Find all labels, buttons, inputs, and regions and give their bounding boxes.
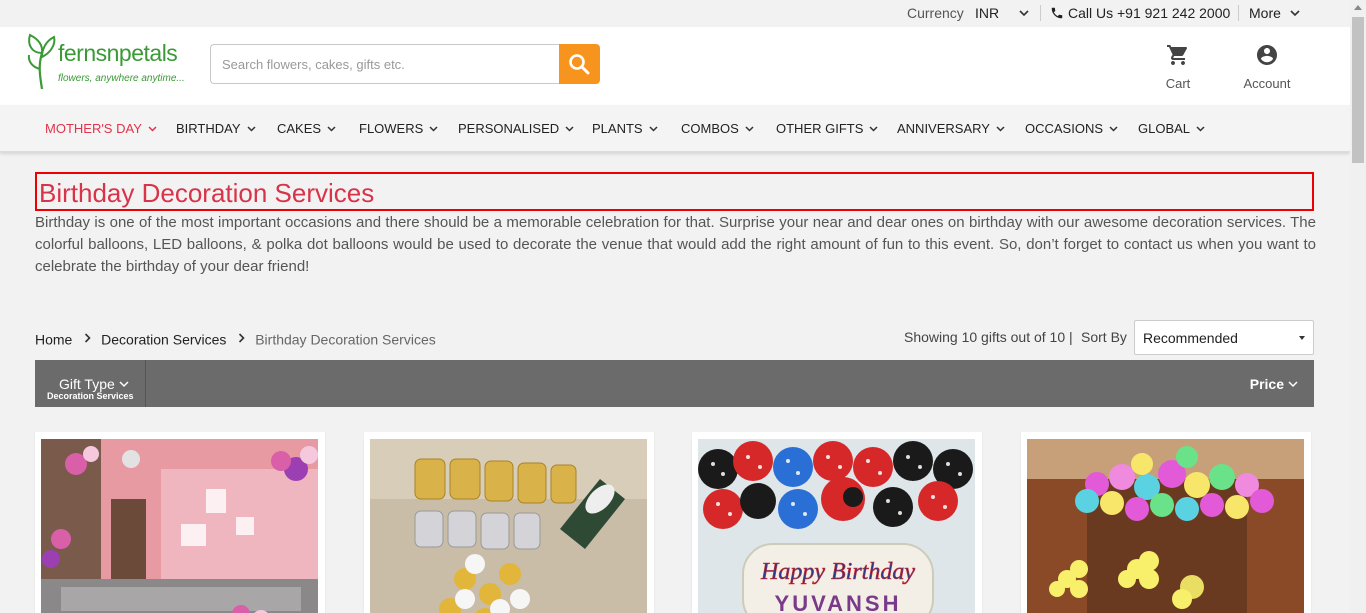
currency-label: Currency bbox=[907, 5, 964, 21]
brand-logo[interactable]: fernsnpetals flowers, anywhere anytime..… bbox=[24, 31, 192, 91]
chevron-down-icon bbox=[565, 126, 574, 132]
chevron-down-icon bbox=[1288, 381, 1298, 388]
main-nav: MOTHER'S DAY BIRTHDAY CAKES FLOWERS PERS… bbox=[0, 105, 1350, 152]
account-button[interactable]: Account bbox=[1236, 43, 1298, 93]
banner-text-name: YUVANSH bbox=[775, 591, 902, 613]
chevron-down-icon bbox=[148, 126, 157, 132]
nav-item-label: BIRTHDAY bbox=[176, 121, 241, 136]
nav-item-label: MOTHER'S DAY bbox=[45, 121, 142, 136]
sort-by-label: Sort By bbox=[1081, 329, 1127, 345]
chevron-down-icon bbox=[119, 381, 129, 388]
chevron-right-icon bbox=[85, 333, 91, 343]
chevron-down-icon bbox=[1196, 126, 1205, 132]
currency-select[interactable]: INR bbox=[975, 5, 1029, 23]
product-card[interactable] bbox=[35, 432, 325, 613]
chevron-down-icon bbox=[996, 126, 1005, 132]
product-card[interactable] bbox=[364, 432, 654, 613]
nav-item-flowers[interactable]: FLOWERS bbox=[359, 121, 438, 136]
page-scrollbar[interactable] bbox=[1350, 0, 1366, 613]
gift-type-filter[interactable]: Gift Type Decoration Services bbox=[35, 360, 146, 407]
nav-item-anniversary[interactable]: ANNIVERSARY bbox=[897, 121, 1005, 136]
price-label: Price bbox=[1249, 376, 1284, 392]
chevron-down-icon bbox=[327, 126, 336, 132]
chevron-down-icon bbox=[1290, 10, 1300, 17]
nav-item-label: PERSONALISED bbox=[458, 121, 560, 136]
product-image-led-balloons[interactable] bbox=[1027, 439, 1304, 613]
chevron-down-icon bbox=[247, 126, 256, 132]
breadcrumb-current: Birthday Decoration Services bbox=[255, 331, 436, 348]
gift-type-label: Gift Type bbox=[59, 376, 115, 392]
nav-item-personalised[interactable]: PERSONALISED bbox=[458, 121, 574, 136]
gift-type-value: Decoration Services bbox=[47, 391, 134, 401]
account-label: Account bbox=[1243, 76, 1291, 91]
product-image-polka-dot[interactable]: Happy Birthday YUVANSH bbox=[698, 439, 975, 613]
nav-item-label: ANNIVERSARY bbox=[897, 121, 990, 136]
nav-item-label: COMBOS bbox=[681, 121, 739, 136]
breadcrumb-category[interactable]: Decoration Services bbox=[101, 331, 226, 347]
sort-select[interactable]: Recommended bbox=[1134, 320, 1314, 355]
more-menu[interactable]: More bbox=[1249, 5, 1301, 21]
page: Currency INR Call Us +91 921 242 2000 Mo… bbox=[0, 0, 1350, 613]
price-filter[interactable]: Price bbox=[1250, 376, 1298, 392]
chevron-down-icon bbox=[429, 126, 438, 132]
nav-item-plants[interactable]: PLANTS bbox=[592, 121, 658, 136]
product-card[interactable]: Happy Birthday YUVANSH bbox=[692, 432, 982, 613]
nav-item-label: FLOWERS bbox=[359, 121, 424, 136]
nav-item-global[interactable]: GLOBAL bbox=[1138, 121, 1205, 136]
page-title-box: Birthday Decoration Services bbox=[35, 172, 1314, 211]
caret-down-icon bbox=[1299, 336, 1305, 340]
nav-item-other-gifts[interactable]: OTHER GIFTS bbox=[776, 121, 878, 136]
leaf-logo-icon bbox=[27, 33, 56, 90]
chevron-down-icon bbox=[745, 126, 754, 132]
more-label: More bbox=[1249, 5, 1281, 21]
nav-item-combos[interactable]: COMBOS bbox=[681, 121, 754, 136]
search-input[interactable] bbox=[210, 44, 559, 84]
scrollbar-thumb[interactable] bbox=[1352, 17, 1364, 163]
cart-label: Cart bbox=[1165, 76, 1191, 91]
cart-icon bbox=[1167, 45, 1187, 65]
product-image-pink-room[interactable] bbox=[41, 439, 318, 613]
chevron-down-icon bbox=[1019, 10, 1029, 17]
search-button[interactable] bbox=[559, 44, 600, 84]
utility-bar: Currency INR Call Us +91 921 242 2000 Mo… bbox=[0, 0, 1350, 27]
nav-item-mothers-day[interactable]: MOTHER'S DAY bbox=[45, 121, 157, 136]
search-bar bbox=[210, 44, 600, 84]
logo-text: fernsnpetals bbox=[58, 40, 178, 66]
site-header: fernsnpetals flowers, anywhere anytime..… bbox=[0, 27, 1350, 105]
nav-item-birthday[interactable]: BIRTHDAY bbox=[176, 121, 256, 136]
results-count: Showing 10 gifts out of 10 | bbox=[904, 329, 1073, 345]
nav-item-label: GLOBAL bbox=[1138, 121, 1191, 136]
chevron-down-icon bbox=[649, 126, 658, 132]
divider bbox=[1040, 5, 1041, 21]
call-us-text: Call Us +91 921 242 2000 bbox=[1068, 5, 1231, 21]
search-icon bbox=[569, 54, 590, 75]
breadcrumb-home[interactable]: Home bbox=[35, 331, 72, 347]
chevron-down-icon bbox=[1109, 126, 1118, 132]
chevron-right-icon bbox=[239, 333, 245, 343]
chevron-down-icon bbox=[869, 126, 878, 132]
logo-tagline: flowers, anywhere anytime... bbox=[58, 73, 185, 84]
divider bbox=[1238, 5, 1239, 21]
nav-item-cakes[interactable]: CAKES bbox=[277, 121, 336, 136]
nav-item-label: OTHER GIFTS bbox=[776, 121, 864, 136]
account-icon bbox=[1257, 45, 1277, 65]
page-description: Birthday is one of the most important oc… bbox=[35, 214, 1316, 275]
phone-icon bbox=[1051, 7, 1063, 19]
product-image-happy-bday[interactable] bbox=[370, 439, 647, 613]
nav-item-label: CAKES bbox=[277, 121, 322, 136]
nav-item-label: OCCASIONS bbox=[1025, 121, 1104, 136]
cart-button[interactable]: Cart bbox=[1158, 43, 1198, 93]
breadcrumb: Home Decoration Services Birthday Decora… bbox=[35, 330, 436, 347]
nav-item-label: PLANTS bbox=[592, 121, 643, 136]
filter-bar: Gift Type Decoration Services Price bbox=[35, 360, 1314, 407]
product-card[interactable] bbox=[1021, 432, 1311, 613]
banner-text-happy-birthday: Happy Birthday bbox=[760, 559, 915, 585]
scroll-up-arrow-icon[interactable] bbox=[1354, 5, 1362, 10]
call-us-link[interactable]: Call Us +91 921 242 2000 bbox=[1050, 5, 1230, 21]
currency-value: INR bbox=[975, 5, 1000, 21]
sort-value: Recommended bbox=[1143, 330, 1238, 346]
page-title: Birthday Decoration Services bbox=[39, 178, 375, 208]
nav-item-occasions[interactable]: OCCASIONS bbox=[1025, 121, 1118, 136]
